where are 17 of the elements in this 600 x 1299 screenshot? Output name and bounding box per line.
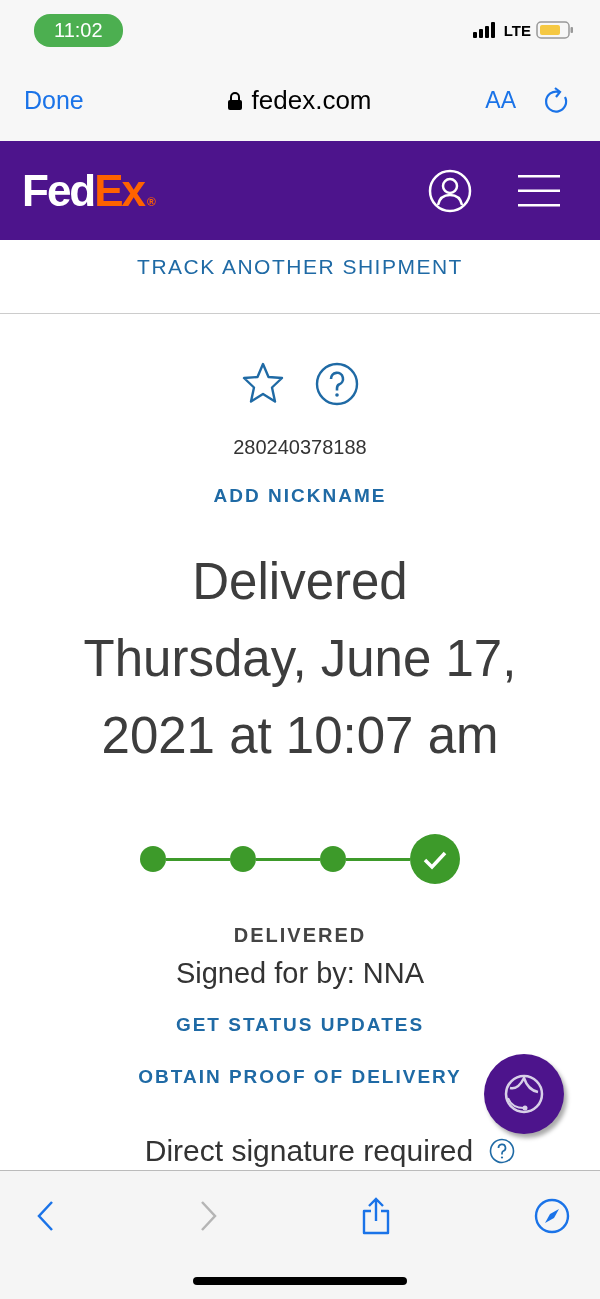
- fedex-logo[interactable]: FedEx®: [22, 165, 156, 216]
- delivery-date: 2021 at 10:07 am: [101, 706, 499, 766]
- track-another-link[interactable]: TRACK ANOTHER SHIPMENT: [137, 255, 463, 279]
- delivery-date: Thursday, June 17,: [83, 629, 517, 689]
- signed-for-text: Signed for by: NNA: [175, 957, 425, 990]
- status-label: DELIVERED: [233, 924, 367, 947]
- done-button[interactable]: Done: [24, 86, 84, 115]
- address-domain[interactable]: fedex.com: [251, 85, 372, 116]
- network-label: LTE: [503, 21, 531, 39]
- action-link[interactable]: GET STATUS UPDATES: [175, 1014, 425, 1036]
- status-time: 11:02: [34, 13, 123, 47]
- status-heading: Delivered: [192, 552, 408, 612]
- add-nickname-link[interactable]: ADD NICKNAME: [213, 485, 387, 507]
- text-size-button[interactable]: AA: [485, 87, 516, 114]
- signature-note: Direct signature required: [144, 1134, 474, 1168]
- tracking-number: 280240378188: [233, 436, 367, 459]
- action-link[interactable]: OBTAIN PROOF OF DELIVERY: [138, 1066, 462, 1088]
